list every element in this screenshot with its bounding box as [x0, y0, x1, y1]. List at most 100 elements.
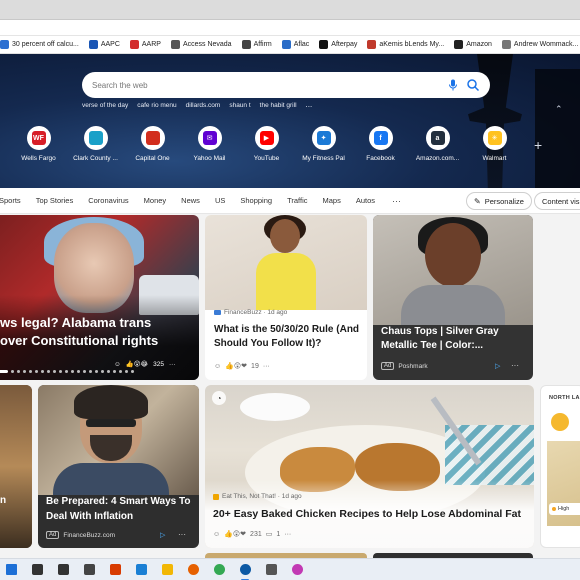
- carousel-dot[interactable]: [47, 370, 50, 373]
- content-visible-button[interactable]: Content visi: [534, 192, 580, 210]
- quick-link-tile[interactable]: ✳ Walmart: [466, 126, 523, 162]
- favorite-item[interactable]: AARP: [129, 40, 161, 49]
- carousel-dot[interactable]: [119, 370, 122, 373]
- quick-link-tile[interactable]: ✉ Yahoo Mail: [181, 126, 238, 162]
- weather-card[interactable]: NORTH LA High: [540, 385, 580, 548]
- more-options-icon[interactable]: ···: [178, 530, 186, 539]
- carousel-dot[interactable]: [11, 370, 14, 373]
- chevron-up-icon[interactable]: ⌃: [555, 104, 563, 115]
- carousel-dot[interactable]: [131, 370, 134, 373]
- carousel-dot[interactable]: [113, 370, 116, 373]
- more-options-icon[interactable]: ···: [263, 363, 270, 370]
- ad-title[interactable]: Be Prepared: 4 Smart Ways To Deal With I…: [46, 494, 196, 524]
- taskbar-button[interactable]: [78, 559, 100, 580]
- carousel-dot[interactable]: [101, 370, 104, 373]
- carousel-dot[interactable]: [71, 370, 74, 373]
- react-add-icon[interactable]: ☺: [114, 361, 121, 368]
- search-icon[interactable]: [466, 78, 480, 92]
- article-source[interactable]: FinanceBuzz · 1d ago: [214, 309, 287, 316]
- more-options-icon[interactable]: ···: [284, 531, 291, 538]
- ad-card-inflation[interactable]: Be Prepared: 4 Smart Ways To Deal With I…: [38, 385, 199, 548]
- article-title[interactable]: What is the 50/30/20 Rule (And Should Yo…: [214, 323, 362, 351]
- favorite-item[interactable]: Affirm: [241, 40, 272, 49]
- more-options-icon[interactable]: ···: [169, 361, 176, 368]
- carousel-dot[interactable]: [23, 370, 26, 373]
- taskbar-button[interactable]: [234, 559, 256, 580]
- taskbar-button[interactable]: [52, 559, 74, 580]
- carousel-dot[interactable]: [0, 370, 8, 373]
- quick-link-tile[interactable]: f Facebook: [352, 126, 409, 162]
- ad-card-chaus[interactable]: Chaus Tops | Silver Gray Metallic Tee | …: [373, 215, 533, 380]
- react-add-icon[interactable]: ☺: [213, 531, 220, 538]
- taskbar-button[interactable]: [0, 559, 22, 580]
- article-source[interactable]: Eat This, Not That! · 1d ago: [213, 493, 302, 500]
- carousel-dot[interactable]: [59, 370, 62, 373]
- comment-icon[interactable]: ▭: [266, 530, 273, 538]
- quick-link-tile[interactable]: Clark County ...: [67, 126, 124, 162]
- carousel-dot[interactable]: [35, 370, 38, 373]
- carousel-indicators[interactable]: [0, 370, 134, 373]
- carousel-dot[interactable]: [53, 370, 56, 373]
- taskbar-button[interactable]: [286, 559, 308, 580]
- nav-tab-news[interactable]: News: [181, 196, 200, 205]
- microphone-icon[interactable]: [446, 78, 460, 92]
- taskbar-button[interactable]: [260, 559, 282, 580]
- favorite-item[interactable]: Andrew Wommack...: [501, 40, 578, 49]
- taskbar-button[interactable]: [130, 559, 152, 580]
- nav-tab-traffic[interactable]: Traffic: [287, 196, 307, 205]
- trending-search-link[interactable]: the habit grill: [260, 102, 297, 109]
- carousel-dot[interactable]: [17, 370, 20, 373]
- quick-link-tile[interactable]: a Amazon.com...: [409, 126, 466, 162]
- more-trending-button[interactable]: ...: [306, 101, 313, 109]
- nav-tab-sports[interactable]: Sports: [0, 196, 21, 205]
- favorite-item[interactable]: 30 percent off calcu...: [0, 40, 79, 49]
- carousel-dot[interactable]: [41, 370, 44, 373]
- ad-title[interactable]: Chaus Tops | Silver Gray Metallic Tee | …: [381, 325, 531, 353]
- news-card-finance[interactable]: FinanceBuzz · 1d ago What is the 50/30/2…: [205, 215, 367, 380]
- carousel-dot[interactable]: [65, 370, 68, 373]
- quick-link-tile[interactable]: ✦ My Fitness Pal: [295, 126, 352, 162]
- search-input[interactable]: Search the web: [92, 81, 446, 90]
- taskbar-button[interactable]: [104, 559, 126, 580]
- nav-tab-top-stories[interactable]: Top Stories: [36, 196, 74, 205]
- carousel-dot[interactable]: [29, 370, 32, 373]
- nav-tab-us[interactable]: US: [215, 196, 225, 205]
- quick-link-tile[interactable]: ▶ YouTube: [238, 126, 295, 162]
- taskbar-button[interactable]: [182, 559, 204, 580]
- personalize-button[interactable]: ✎ Personalize: [466, 192, 532, 210]
- nav-tab-coronavirus[interactable]: Coronavirus: [88, 196, 128, 205]
- add-quick-link-button[interactable]: +: [534, 137, 542, 153]
- favorite-item[interactable]: Afterpay: [319, 40, 357, 49]
- adchoices-icon[interactable]: ▷: [160, 531, 165, 539]
- featured-headline[interactable]: ws legal? Alabama trans over Constitutio…: [0, 314, 199, 350]
- carousel-dot[interactable]: [95, 370, 98, 373]
- favorite-item[interactable]: Aflac: [281, 40, 309, 49]
- nav-tab-maps[interactable]: Maps: [322, 196, 340, 205]
- taskbar-button[interactable]: [156, 559, 178, 580]
- carousel-dot[interactable]: [107, 370, 110, 373]
- news-card-chicken[interactable]: ◔ Eat This, Not That! · 1d ago 20+ Easy …: [205, 385, 534, 548]
- trending-search-link[interactable]: cafe rio menu: [137, 102, 176, 109]
- trending-search-link[interactable]: shaun t: [229, 102, 250, 109]
- favorite-item[interactable]: aKemis bLends My...: [367, 40, 444, 49]
- taskbar-button[interactable]: [26, 559, 48, 580]
- favorite-item[interactable]: AAPC: [88, 40, 120, 49]
- nav-tab-shopping[interactable]: Shopping: [240, 196, 272, 205]
- adchoices-icon[interactable]: ▷: [495, 362, 500, 370]
- carousel-dot[interactable]: [83, 370, 86, 373]
- article-title[interactable]: 20+ Easy Baked Chicken Recipes to Help L…: [213, 508, 531, 520]
- favorite-item[interactable]: Access Nevada: [170, 40, 232, 49]
- favorite-item[interactable]: Amazon: [454, 40, 492, 49]
- carousel-dot[interactable]: [77, 370, 80, 373]
- trending-search-link[interactable]: dillards.com: [186, 102, 221, 109]
- carousel-dot[interactable]: [125, 370, 128, 373]
- news-card-partial[interactable]: n: [0, 385, 32, 548]
- more-categories-button[interactable]: ···: [392, 196, 401, 206]
- react-add-icon[interactable]: ☺: [214, 363, 221, 370]
- more-options-icon[interactable]: ···: [511, 361, 519, 370]
- carousel-dot[interactable]: [89, 370, 92, 373]
- nav-tab-money[interactable]: Money: [144, 196, 167, 205]
- quick-link-tile[interactable]: WF Wells Fargo: [10, 126, 67, 162]
- nav-tab-autos[interactable]: Autos: [356, 196, 375, 205]
- search-box[interactable]: Search the web: [82, 72, 490, 98]
